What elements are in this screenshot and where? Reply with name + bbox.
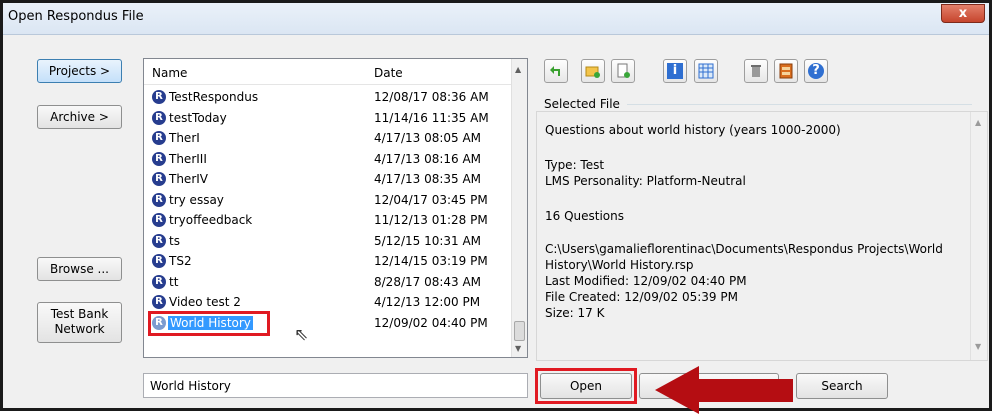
file-name: tt — [169, 274, 179, 289]
file-row-selected[interactable]: R World History 12/09/02 04:40 PM ⇖ — [144, 310, 512, 345]
file-date: 12/09/02 04:40 PM — [374, 315, 488, 330]
details-scroll-down-icon[interactable]: ▼ — [975, 342, 981, 351]
file-row[interactable]: Rts 5/12/15 10:31 AM — [144, 232, 512, 252]
test-bank-network-button[interactable]: Test Bank Network — [37, 302, 122, 343]
open-button-highlight — [535, 368, 637, 404]
respondus-file-icon: R — [152, 172, 166, 186]
file-name: tryoffeedback — [169, 213, 253, 227]
new-folder-icon[interactable] — [581, 59, 605, 83]
scroll-down-arrow-icon[interactable]: ▼ — [515, 344, 521, 353]
file-name: TherIV — [169, 172, 208, 186]
selected-file-label: Selected File — [544, 97, 620, 111]
file-row[interactable]: Rtryoffeedback 11/12/13 01:28 PM — [144, 211, 512, 231]
file-name: TherIII — [169, 151, 207, 166]
file-row[interactable]: R TherI 4/17/13 08:05 AM — [144, 129, 512, 149]
search-button[interactable]: Search — [796, 373, 888, 399]
file-path-line-2: History\World History.rsp — [545, 258, 694, 272]
respondus-file-icon: R — [152, 110, 166, 125]
file-created: File Created: 12/09/02 05:39 PM — [545, 290, 738, 304]
respondus-file-icon: R — [152, 90, 166, 104]
respondus-file-icon: R — [152, 295, 166, 309]
file-name: try essay — [169, 192, 224, 207]
file-last-modified: Last Modified: 12/09/02 04:40 PM — [545, 274, 747, 288]
file-name-input[interactable]: World History — [143, 373, 528, 398]
file-row[interactable]: Rtt 8/28/17 08:43 AM — [144, 273, 512, 293]
file-row[interactable]: Rtry essay 12/04/17 03:45 PM — [144, 191, 512, 211]
file-date: 12/14/15 03:19 PM — [374, 254, 488, 268]
file-row[interactable]: R TherIV 4/17/13 08:35 AM — [144, 170, 512, 190]
new-file-icon[interactable] — [611, 59, 635, 83]
column-header-name[interactable]: Name — [152, 66, 187, 80]
trash-icon[interactable] — [744, 59, 768, 83]
help-icon[interactable]: ? — [804, 59, 828, 83]
back-arrow-icon[interactable] — [544, 59, 568, 83]
info-icon[interactable]: i — [663, 59, 687, 83]
file-list-scrollbar[interactable]: ▲ ▼ — [511, 59, 527, 357]
file-question-count: 16 Questions — [545, 209, 625, 223]
file-name: Video test 2 — [169, 295, 241, 309]
respondus-file-icon: R — [152, 151, 166, 166]
column-header-date[interactable]: Date — [374, 66, 403, 80]
selected-file-highlight — [148, 310, 270, 336]
info-glyph: i — [667, 63, 683, 79]
file-row[interactable]: R TestRespondus 12/08/17 08:36 AM — [144, 88, 512, 108]
archive-button[interactable]: Archive > — [37, 105, 122, 129]
mouse-cursor-icon: ⇖ — [294, 324, 309, 345]
respondus-file-icon: R — [152, 233, 166, 248]
file-name: TestRespondus — [169, 90, 259, 104]
file-name: TS2 — [169, 254, 192, 268]
scroll-thumb[interactable] — [514, 321, 525, 341]
respondus-file-icon: R — [152, 131, 166, 145]
file-date: 12/08/17 08:36 AM — [374, 90, 489, 104]
browse-button[interactable]: Browse ... — [37, 257, 122, 281]
file-list[interactable]: Name Date R TestRespondus 12/08/17 08:36 A… — [143, 58, 528, 358]
file-row[interactable]: RtestToday 11/14/16 11:35 AM — [144, 109, 512, 129]
red-arrow-annotation — [655, 366, 793, 414]
respondus-file-icon: R — [152, 192, 166, 207]
file-description: Questions about world history (years 100… — [545, 123, 841, 137]
file-row[interactable]: R TherIII 4/17/13 08:16 AM — [144, 150, 512, 170]
respondus-file-icon: R — [152, 254, 166, 268]
file-lms: LMS Personality: Platform-Neutral — [545, 174, 746, 188]
file-list-header: Name Date — [144, 59, 512, 85]
file-date: 4/17/13 08:05 AM — [374, 131, 482, 145]
archive-icon[interactable] — [774, 59, 798, 83]
file-name: TherI — [169, 131, 200, 145]
file-date: 11/14/16 11:35 AM — [374, 110, 489, 125]
help-glyph: ? — [808, 63, 824, 79]
file-date: 4/17/13 08:35 AM — [374, 172, 482, 186]
file-date: 4/12/13 12:00 PM — [374, 295, 481, 309]
grid-icon[interactable] — [694, 59, 718, 83]
scroll-up-arrow-icon[interactable]: ▲ — [515, 65, 521, 74]
file-type: Type: Test — [545, 158, 605, 172]
window-title: Open Respondus File — [8, 9, 144, 24]
respondus-file-icon: R — [152, 213, 166, 227]
file-date: 4/17/13 08:16 AM — [374, 151, 482, 166]
file-path-line-1: C:\Users\gamalieflorentinac\Documents\Re… — [545, 242, 943, 256]
file-name: testToday — [169, 110, 227, 125]
title-bar: Open Respondus File x — [3, 3, 989, 35]
open-file-dialog: Open Respondus File x Projects > Archive… — [0, 0, 992, 414]
file-date: 5/12/15 10:31 AM — [374, 233, 482, 248]
respondus-file-icon: R — [152, 274, 166, 289]
details-scrollbar[interactable]: ▲ ▼ — [970, 112, 987, 360]
file-row[interactable]: R TS2 12/14/15 03:19 PM — [144, 252, 512, 272]
file-name: ts — [169, 233, 180, 248]
selected-file-divider — [627, 104, 972, 105]
close-button[interactable]: x — [941, 4, 985, 23]
file-date: 11/12/13 01:28 PM — [374, 213, 488, 227]
file-date: 12/04/17 03:45 PM — [374, 192, 488, 207]
details-scroll-up-icon[interactable]: ▲ — [975, 118, 981, 127]
projects-button[interactable]: Projects > — [37, 59, 122, 83]
file-size: Size: 17 K — [545, 306, 605, 320]
file-date: 8/28/17 08:43 AM — [374, 274, 482, 289]
selected-file-details: Questions about world history (years 100… — [536, 111, 988, 361]
